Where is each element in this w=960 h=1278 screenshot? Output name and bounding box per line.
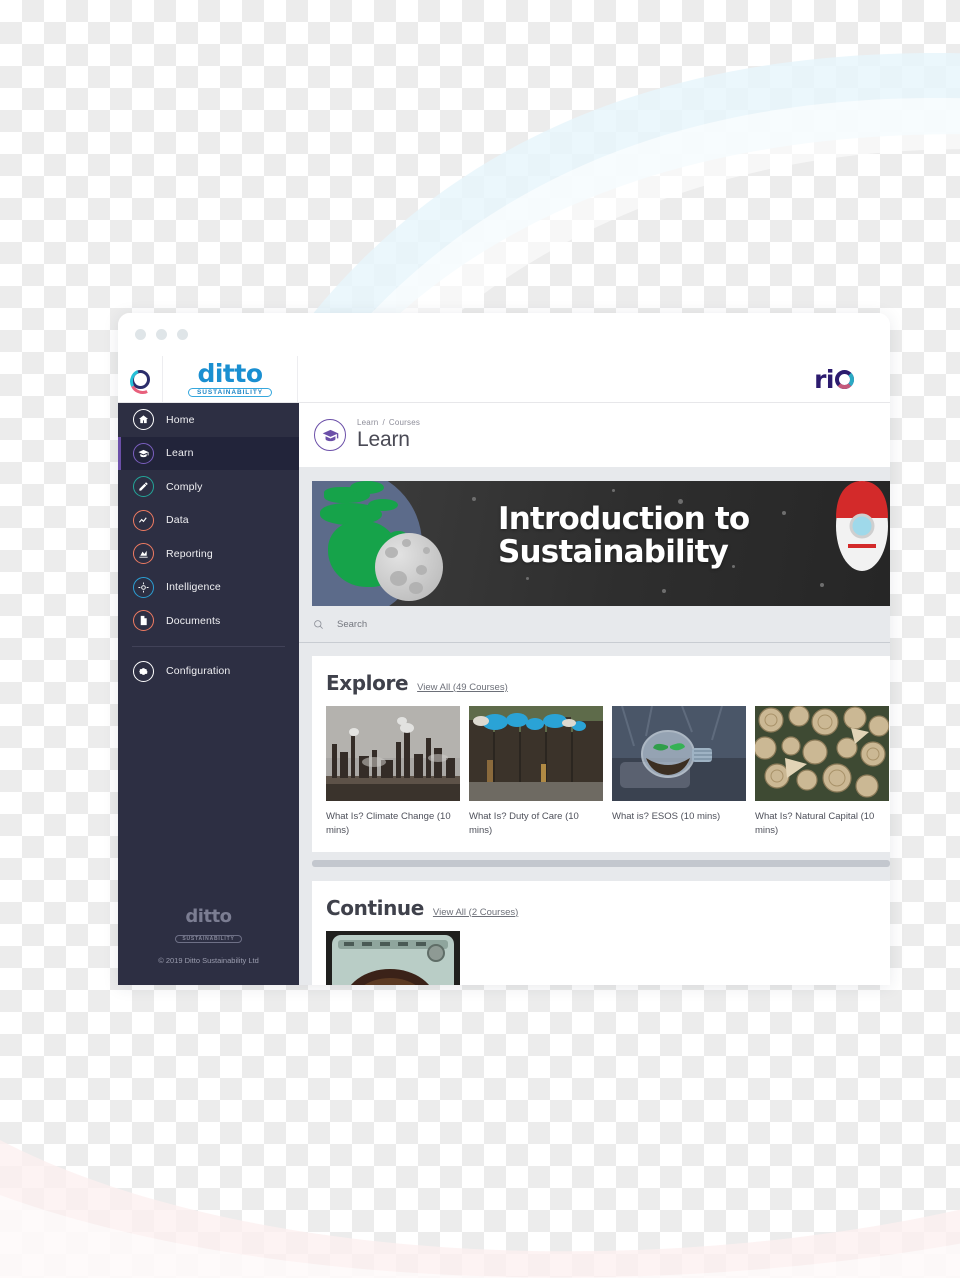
course-title: What Is? Duty of Care (10 mins) (469, 811, 579, 836)
search-input[interactable] (337, 618, 637, 630)
sidebar-item-label: Data (166, 514, 189, 527)
content-scroll-area[interactable]: Introduction to Sustainability Search Ex… (299, 467, 890, 985)
sidebar-item-intelligence[interactable]: Intelligence (118, 571, 299, 605)
course-card[interactable]: What Is? Natural Capital (10 mins) (755, 706, 889, 838)
ditto-ring-icon[interactable] (118, 356, 163, 402)
moon-illustration (375, 533, 443, 601)
sidebar-item-data[interactable]: Data (118, 504, 299, 538)
waste-bales-photo (469, 706, 603, 801)
shelf-title: Continue (326, 895, 424, 920)
sidebar-item-home[interactable]: Home (118, 403, 299, 437)
maximize-dot[interactable] (177, 329, 188, 340)
search-icon (313, 619, 324, 630)
browser-window: ditto SUSTAINABILITY ri Home Learn Compl… (118, 313, 890, 985)
search-bar[interactable] (299, 606, 890, 643)
sidebar-footer: ditto SUSTAINABILITY © 2019 Ditto Sustai… (118, 906, 299, 985)
sidebar-item-label: Reporting (166, 547, 213, 560)
rio-o-icon (835, 369, 854, 389)
minimize-dot[interactable] (156, 329, 167, 340)
pencil-icon (133, 476, 154, 498)
course-title: What Is? Climate Change (10 mins) (326, 811, 451, 836)
document-icon (133, 610, 154, 632)
home-icon (133, 409, 154, 431)
sidebar-item-label: Learn (166, 447, 194, 460)
rio-logo[interactable]: ri (814, 356, 890, 402)
main-content: Learn / Courses Learn Introduction to Su… (299, 403, 890, 985)
sidebar-item-label: Home (166, 413, 195, 426)
window-titlebar (118, 313, 890, 356)
sidebar-item-label: Intelligence (166, 581, 221, 594)
rio-wordmark-text: ri (814, 364, 834, 394)
banner-title: Introduction to Sustainability (498, 501, 750, 571)
close-dot[interactable] (135, 329, 146, 340)
footer-ditto-tagline: SUSTAINABILITY (175, 935, 242, 943)
brandbar-spacer (298, 356, 814, 402)
stacked-logs-photo (755, 706, 889, 801)
sidebar-item-label: Comply (166, 480, 203, 493)
target-icon (133, 576, 154, 598)
breadcrumb: Learn / Courses (357, 418, 420, 427)
vintage-gauge-photo (326, 930, 460, 985)
sidebar: Home Learn Comply Data Reporting Intelli… (118, 403, 299, 985)
breadcrumb-current: Courses (388, 418, 421, 427)
view-all-link[interactable]: View All (2 Courses) (433, 907, 518, 918)
sidebar-item-comply[interactable]: Comply (118, 470, 299, 504)
bar-chart-icon (133, 543, 154, 565)
chart-line-icon (133, 509, 154, 531)
shelf-explore: Explore View All (49 Courses) What Is? C… (312, 656, 890, 852)
horizontal-scrollbar[interactable] (312, 858, 890, 868)
course-card[interactable] (326, 930, 460, 985)
graduation-cap-icon (314, 419, 346, 451)
shelf-continue: Continue View All (2 Courses) (312, 880, 890, 985)
course-card[interactable]: What Is? Climate Change (10 mins) (326, 706, 460, 838)
lightbulb-plant-photo (612, 706, 746, 801)
sidebar-item-reporting[interactable]: Reporting (118, 537, 299, 571)
scrollbar-thumb[interactable] (312, 859, 890, 867)
banner-line-2: Sustainability (498, 534, 729, 571)
sidebar-item-configuration[interactable]: Configuration (118, 655, 299, 689)
sidebar-divider (132, 645, 285, 647)
sidebar-item-learn[interactable]: Learn (118, 436, 299, 470)
app-brand-bar: ditto SUSTAINABILITY ri (118, 356, 890, 403)
sidebar-item-label: Documents (166, 614, 221, 627)
shelf-title: Explore (326, 671, 409, 695)
industrial-refinery-photo (326, 706, 460, 801)
footer-ditto-wordmark: ditto (185, 906, 232, 927)
page-title: Learn (357, 428, 410, 451)
course-card[interactable]: What Is? Duty of Care (10 mins) (469, 706, 603, 838)
footer-copyright: © 2019 Ditto Sustainability Ltd (158, 956, 259, 965)
graduation-cap-icon (133, 442, 154, 464)
course-title: What is? ESOS (10 mins) (612, 811, 721, 822)
ditto-logo[interactable]: ditto SUSTAINABILITY (163, 356, 298, 402)
page-header: Learn / Courses Learn (299, 403, 890, 467)
course-banner[interactable]: Introduction to Sustainability (312, 481, 890, 606)
sidebar-item-documents[interactable]: Documents (118, 604, 299, 638)
gear-icon (133, 660, 154, 682)
view-all-link[interactable]: View All (49 Courses) (417, 682, 508, 693)
ditto-wordmark: ditto (197, 359, 263, 388)
course-title: What Is? Natural Capital (10 mins) (755, 811, 875, 836)
breadcrumb-parent[interactable]: Learn (357, 418, 378, 427)
ditto-tagline: SUSTAINABILITY (188, 388, 272, 397)
sidebar-item-label: Configuration (166, 665, 231, 678)
banner-line-1: Introduction to (498, 501, 750, 537)
breadcrumb-separator: / (382, 418, 385, 427)
course-card[interactable]: What is? ESOS (10 mins) (612, 706, 746, 838)
rocket-illustration (836, 481, 888, 571)
